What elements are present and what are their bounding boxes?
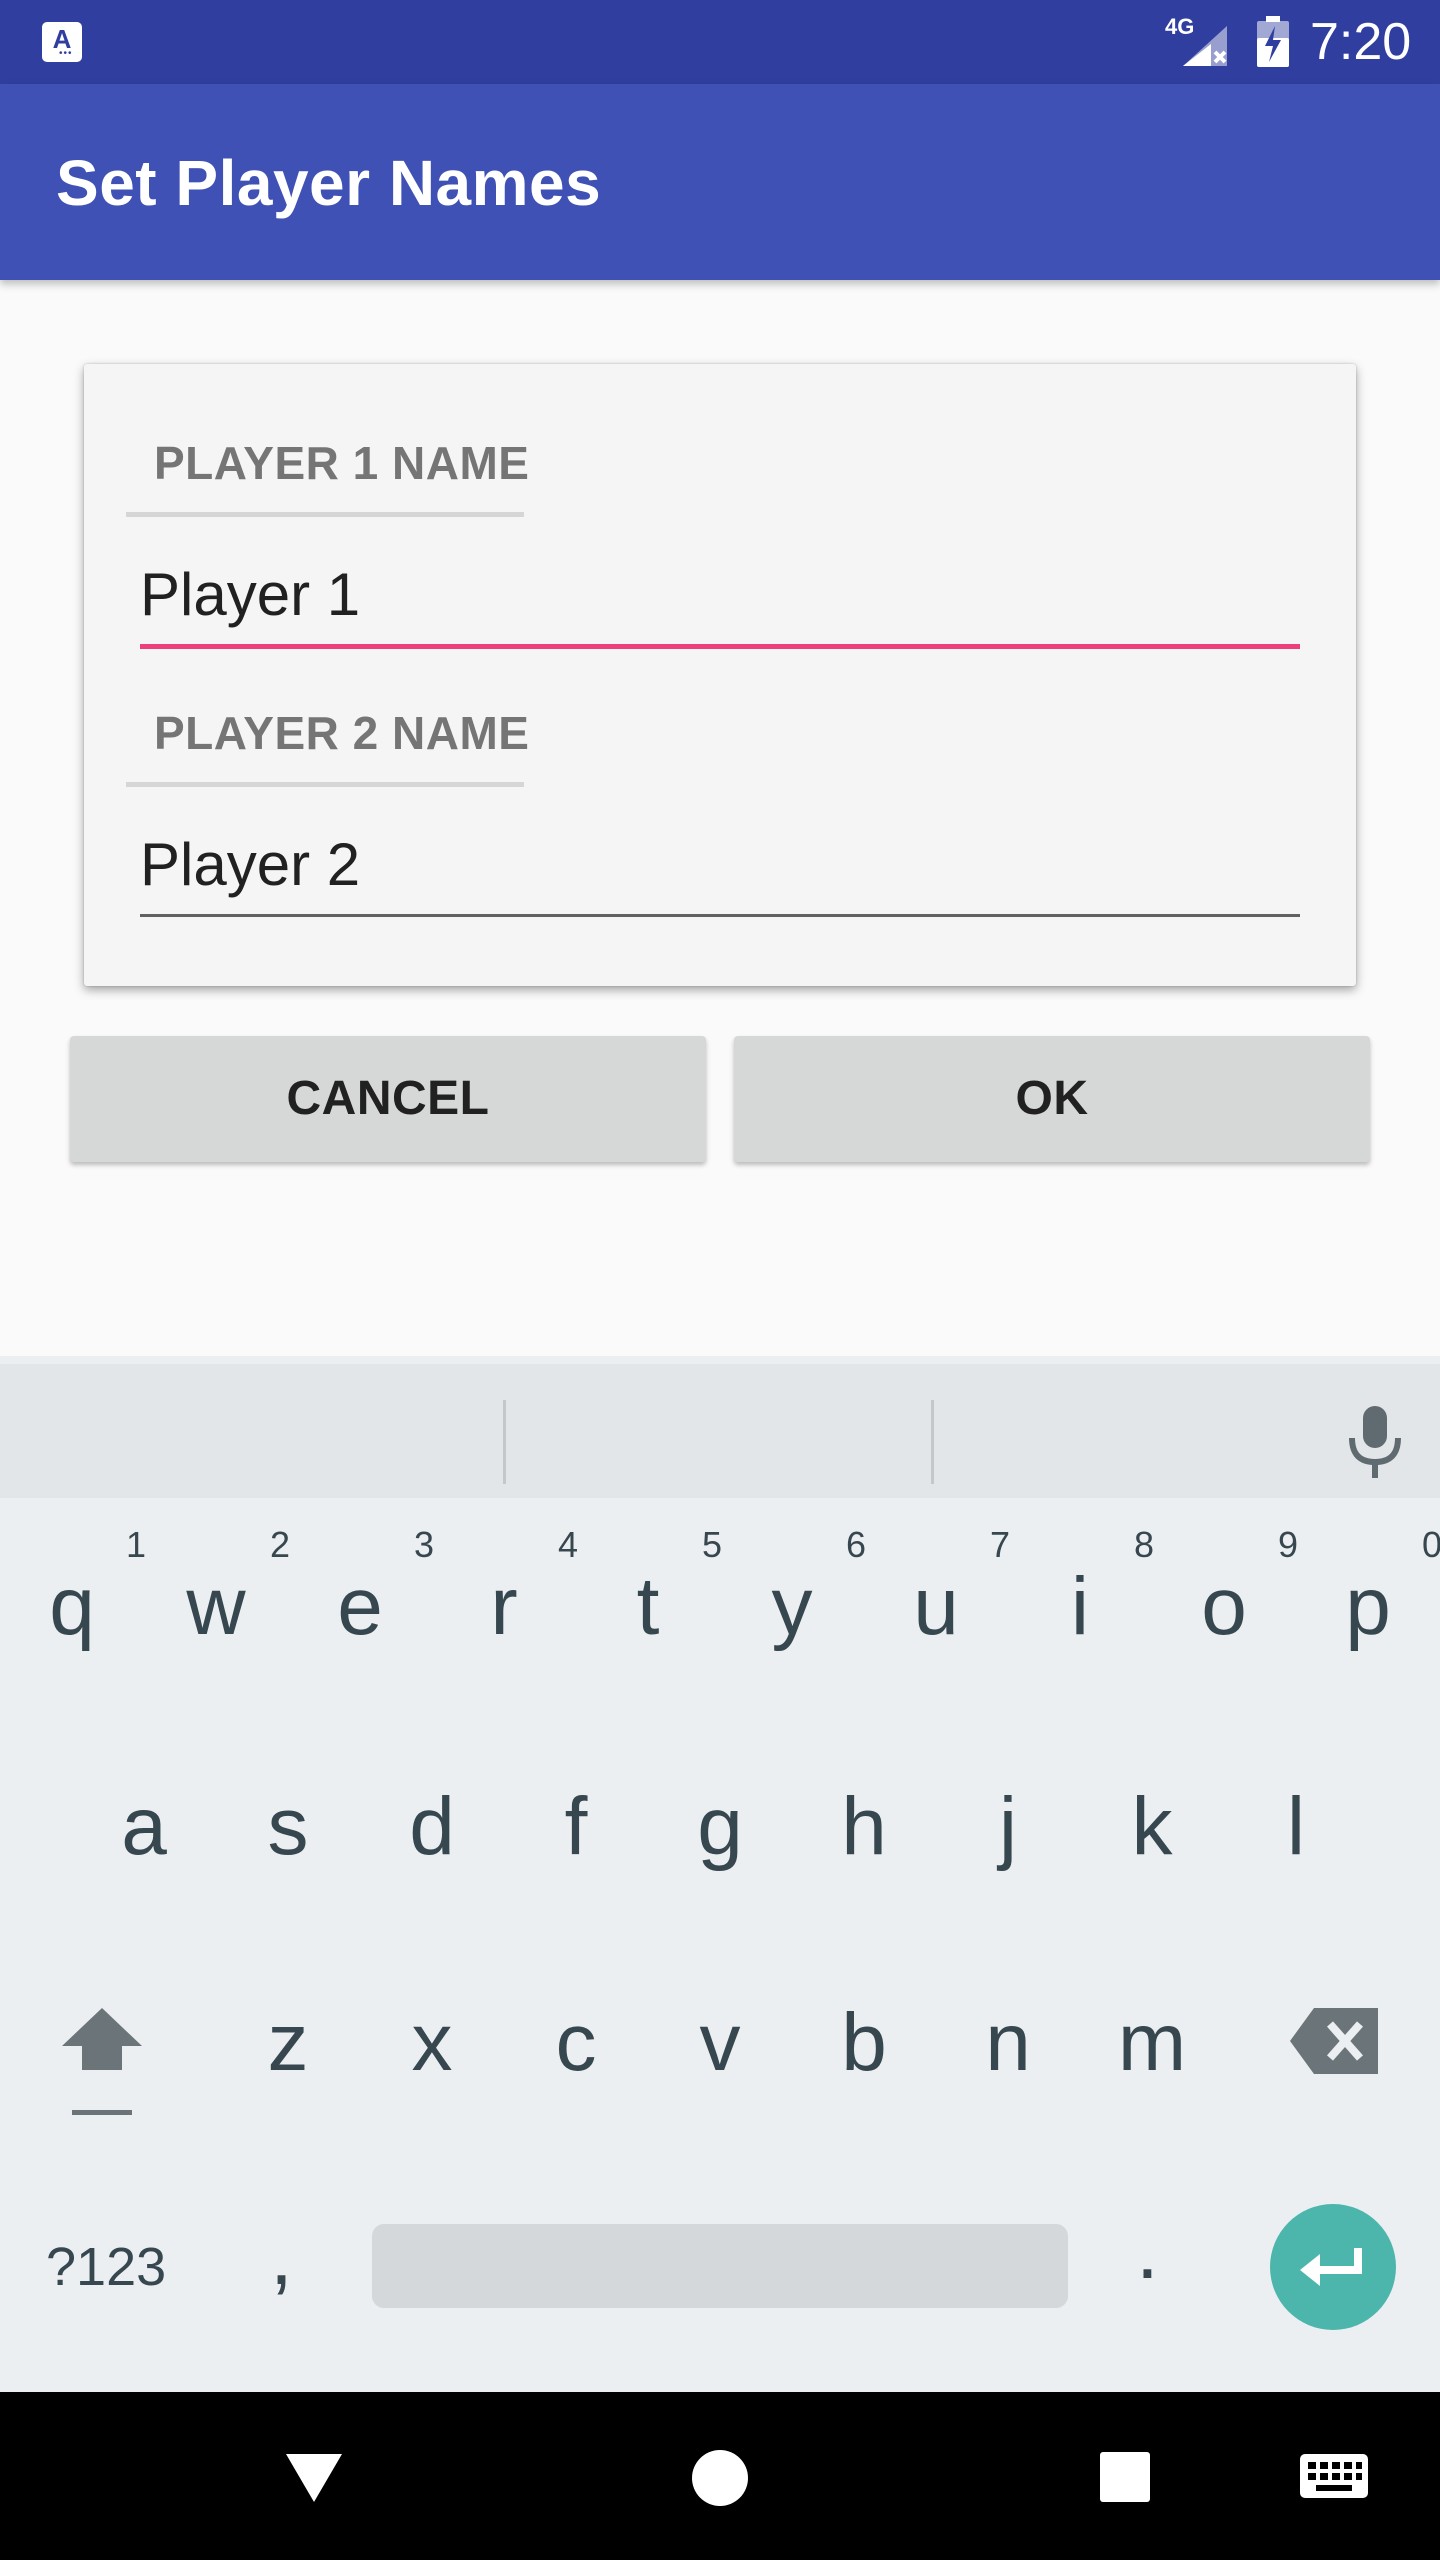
player1-label-underline bbox=[126, 512, 524, 517]
keyboard-switch-icon[interactable] bbox=[1298, 2452, 1370, 2500]
player2-input-underline bbox=[140, 914, 1300, 917]
key-k[interactable]: k bbox=[1092, 1780, 1212, 1874]
key-u[interactable]: u bbox=[876, 1560, 996, 1654]
key-c[interactable]: c bbox=[516, 1996, 636, 2090]
home-circle-icon[interactable] bbox=[690, 2448, 750, 2508]
key-y[interactable]: y bbox=[732, 1560, 852, 1654]
backspace-icon[interactable] bbox=[1290, 2006, 1380, 2076]
keyboard-app-notification-icon: A ••• bbox=[42, 22, 82, 62]
key-f[interactable]: f bbox=[516, 1780, 636, 1874]
battery-charging-icon bbox=[1257, 16, 1289, 67]
key-g[interactable]: g bbox=[660, 1780, 780, 1874]
key-d[interactable]: d bbox=[372, 1780, 492, 1874]
key-t[interactable]: t bbox=[588, 1560, 708, 1654]
key-s[interactable]: s bbox=[228, 1780, 348, 1874]
status-bar: A ••• 4G 7:20 bbox=[0, 0, 1440, 84]
key-e[interactable]: e bbox=[300, 1560, 420, 1654]
cancel-button[interactable]: CANCEL bbox=[70, 1036, 706, 1162]
suggestion-divider bbox=[931, 1400, 934, 1484]
key-m[interactable]: m bbox=[1092, 1996, 1212, 2090]
app-bar: Set Player Names bbox=[0, 84, 1440, 280]
comma-key[interactable]: , bbox=[270, 2210, 293, 2304]
space-key[interactable] bbox=[372, 2224, 1068, 2308]
player2-label: PLAYER 2 NAME bbox=[154, 707, 530, 759]
key-v[interactable]: v bbox=[660, 1996, 780, 2090]
signal-no-service-icon bbox=[1183, 26, 1227, 66]
clock: 7:20 bbox=[1310, 13, 1412, 71]
player1-name-input[interactable]: Player 1 bbox=[140, 560, 360, 629]
key-r[interactable]: r bbox=[444, 1560, 564, 1654]
key-l[interactable]: l bbox=[1236, 1780, 1356, 1874]
ok-button[interactable]: OK bbox=[734, 1036, 1370, 1162]
enter-key[interactable] bbox=[1270, 2204, 1396, 2330]
player2-label-underline bbox=[126, 782, 524, 787]
key-x[interactable]: x bbox=[372, 1996, 492, 2090]
enter-icon bbox=[1300, 2248, 1362, 2286]
microphone-icon[interactable] bbox=[1340, 1402, 1410, 1482]
symbols-key[interactable]: ?123 bbox=[46, 2236, 166, 2298]
player1-input-underline bbox=[140, 644, 1300, 649]
player2-name-input[interactable]: Player 2 bbox=[140, 830, 360, 899]
key-h[interactable]: h bbox=[804, 1780, 924, 1874]
key-q[interactable]: q bbox=[12, 1560, 132, 1654]
shift-icon[interactable] bbox=[50, 1998, 160, 2128]
key-z[interactable]: z bbox=[228, 1996, 348, 2090]
period-key[interactable]: . bbox=[1136, 2204, 1159, 2298]
key-j[interactable]: j bbox=[948, 1780, 1068, 1874]
key-w[interactable]: w bbox=[156, 1560, 276, 1654]
back-triangle-icon[interactable] bbox=[282, 2450, 346, 2506]
key-a[interactable]: a bbox=[84, 1780, 204, 1874]
player1-label: PLAYER 1 NAME bbox=[154, 437, 530, 489]
key-n[interactable]: n bbox=[948, 1996, 1068, 2090]
suggestion-divider bbox=[503, 1400, 506, 1484]
key-o[interactable]: o bbox=[1164, 1560, 1284, 1654]
suggestion-strip bbox=[0, 1364, 1440, 1498]
navigation-bar bbox=[0, 2392, 1440, 2560]
key-p[interactable]: p bbox=[1308, 1560, 1428, 1654]
player-names-card: PLAYER 1 NAME Player 1 PLAYER 2 NAME Pla… bbox=[84, 364, 1356, 986]
recents-square-icon[interactable] bbox=[1098, 2450, 1152, 2504]
key-b[interactable]: b bbox=[804, 1996, 924, 2090]
key-i[interactable]: i bbox=[1020, 1560, 1140, 1654]
page-title: Set Player Names bbox=[56, 147, 602, 219]
